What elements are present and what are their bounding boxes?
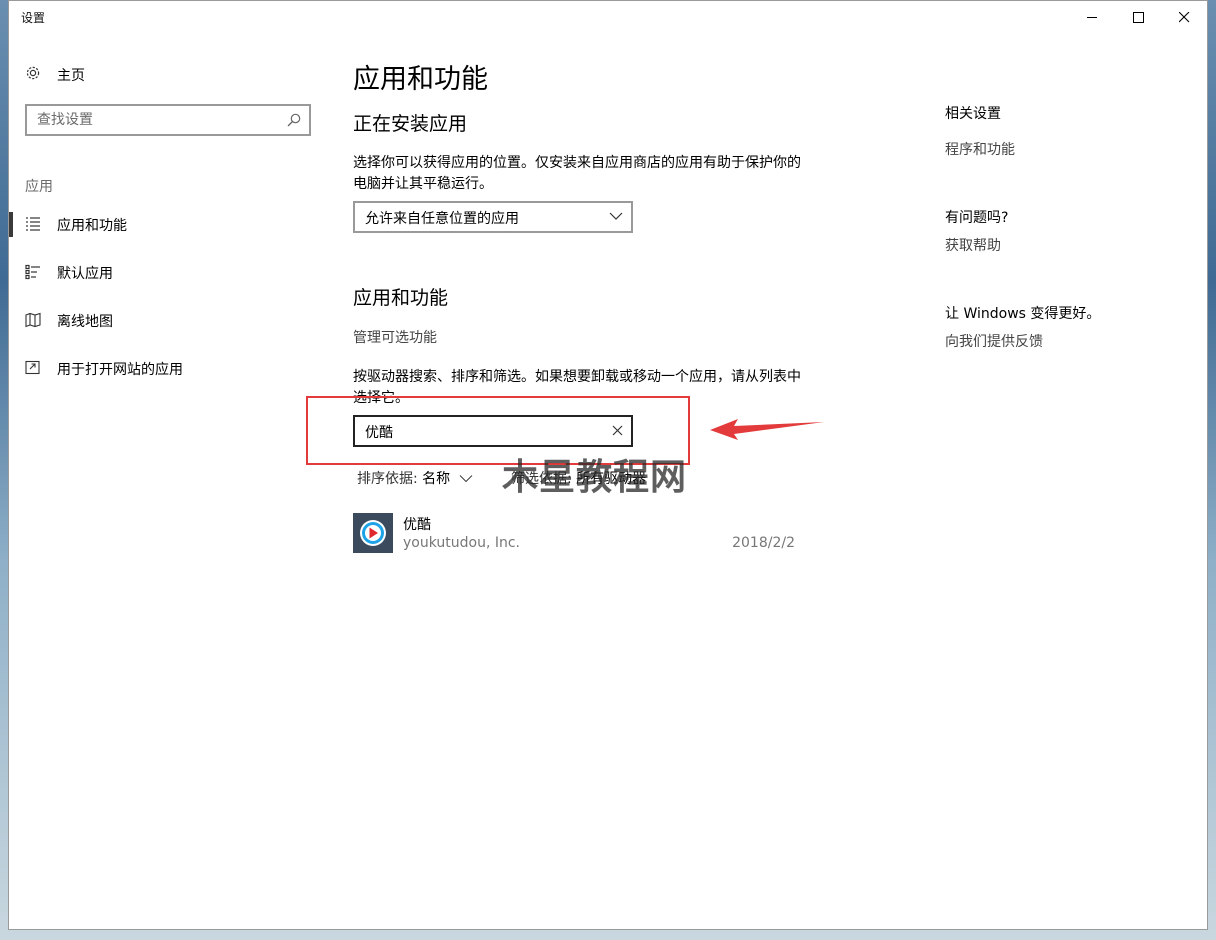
sidebar-section-heading: 应用 — [25, 179, 53, 195]
give-feedback-link[interactable]: 向我们提供反馈 — [945, 331, 1043, 351]
maximize-icon — [1133, 12, 1144, 23]
default-apps-icon — [25, 264, 40, 280]
gear-icon — [26, 66, 40, 80]
app-list-item[interactable]: 优酷 youkutudou, Inc. 2018/2/2 — [353, 511, 795, 555]
apps-features-heading: 应用和功能 — [353, 287, 449, 309]
install-source-dropdown[interactable]: 允许来自任意位置的应用 — [353, 201, 633, 233]
map-icon — [25, 312, 41, 328]
search-icon[interactable] — [287, 113, 301, 127]
minimize-button[interactable] — [1069, 1, 1115, 33]
page-title: 应用和功能 — [353, 64, 488, 95]
youku-app-icon — [353, 513, 393, 553]
app-publisher: youkutudou, Inc. — [403, 535, 521, 551]
manage-optional-features-link[interactable]: 管理可选功能 — [353, 327, 437, 347]
sidebar-item-label: 应用和功能 — [57, 218, 127, 234]
sidebar-item-web-apps[interactable]: 用于打开网站的应用 — [25, 356, 315, 382]
sidebar-item-apps-features[interactable]: 应用和功能 — [25, 212, 315, 238]
install-apps-description: 选择你可以获得应用的位置。仅安装来自应用商店的应用有助于保护你的电脑并让其平稳运… — [353, 155, 801, 192]
watermark-text: 木星教程网 — [502, 457, 688, 498]
app-name: 优酷 — [403, 517, 431, 533]
sidebar-item-label: 离线地图 — [57, 314, 113, 330]
sort-by-label: 排序依据: — [357, 471, 418, 487]
get-help-link[interactable]: 获取帮助 — [945, 235, 1001, 255]
sidebar-home[interactable]: 主页 — [25, 63, 225, 87]
sort-by-value: 名称 — [422, 471, 451, 487]
install-source-value: 允许来自任意位置的应用 — [365, 211, 519, 227]
close-button[interactable] — [1161, 1, 1207, 33]
programs-features-link[interactable]: 程序和功能 — [945, 139, 1015, 159]
app-install-date: 2018/2/2 — [732, 535, 795, 551]
sidebar-item-default-apps[interactable]: 默认应用 — [25, 260, 315, 286]
maximize-button[interactable] — [1115, 1, 1161, 33]
sidebar-item-offline-maps[interactable]: 离线地图 — [25, 308, 315, 334]
sort-by-dropdown[interactable]: 排序依据: 名称 — [357, 468, 473, 488]
sidebar-item-label: 默认应用 — [57, 266, 113, 282]
feedback-heading: 让 Windows 变得更好。 — [945, 306, 1101, 322]
chevron-down-icon — [609, 212, 623, 220]
close-icon — [1179, 12, 1190, 23]
window-title: 设置 — [21, 11, 46, 25]
title-bar: 设置 — [9, 1, 1207, 33]
settings-search[interactable] — [25, 104, 311, 136]
sidebar-home-label: 主页 — [57, 68, 85, 84]
settings-search-input[interactable] — [37, 111, 273, 129]
selection-indicator — [9, 212, 13, 237]
question-heading: 有问题吗? — [945, 210, 1009, 226]
chevron-down-icon — [459, 475, 473, 483]
minimize-icon — [1087, 17, 1097, 18]
annotation-arrow-icon — [710, 419, 824, 440]
list-icon — [26, 217, 40, 231]
sidebar-item-label: 用于打开网站的应用 — [57, 362, 183, 378]
install-apps-heading: 正在安装应用 — [353, 113, 468, 135]
related-settings-heading: 相关设置 — [945, 106, 1001, 122]
open-web-icon — [25, 360, 40, 375]
